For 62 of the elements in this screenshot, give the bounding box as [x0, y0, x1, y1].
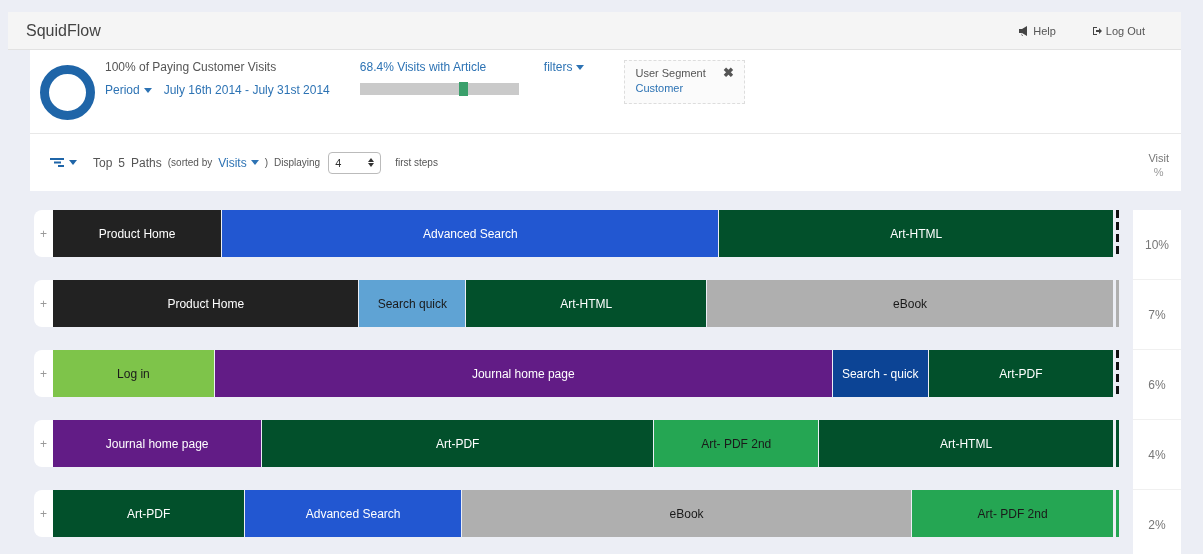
donut-chart	[40, 65, 95, 120]
logout-icon	[1091, 25, 1102, 36]
path-step[interactable]: Art-HTML	[819, 420, 1114, 467]
caret-icon	[143, 87, 152, 93]
path-count: 5	[118, 155, 126, 170]
visit-percent: 2%	[1133, 490, 1181, 554]
column-header: Visit	[1148, 152, 1169, 164]
paths-label: Paths	[131, 155, 162, 170]
close-paren: )	[264, 157, 268, 168]
period-dropdown[interactable]: Period	[105, 83, 152, 97]
date-range-link[interactable]: July 16th 2014 - July 31st 2014	[163, 83, 330, 97]
slider-thumb[interactable]	[459, 82, 469, 96]
visit-percent: 10%	[1133, 210, 1181, 280]
app-title: SquidFlow	[26, 21, 102, 40]
path-step[interactable]: Journal home page	[214, 350, 833, 397]
path-step[interactable]: Journal home page	[53, 420, 263, 467]
steps-select[interactable]: 4	[328, 151, 382, 174]
tree-icon	[50, 158, 64, 167]
segment-label: User Segment	[635, 67, 707, 79]
path-step[interactable]: Advanced Search	[245, 490, 462, 537]
path-step[interactable]: Search quick	[359, 280, 467, 327]
path-step[interactable]: eBook	[707, 280, 1114, 327]
path-step[interactable]: Art- PDF 2nd	[912, 490, 1114, 537]
filters-dropdown[interactable]: filters	[543, 60, 585, 74]
article-visits-link[interactable]: 68.4% Visits with Article	[359, 60, 519, 74]
path-step[interactable]: eBook	[461, 490, 913, 537]
spinner-icon	[368, 158, 375, 167]
column-header: %	[1153, 166, 1164, 178]
path-step[interactable]: Art-HTML	[466, 280, 708, 327]
megaphone-icon	[1018, 25, 1030, 36]
close-button[interactable]: ✖	[723, 65, 735, 80]
path-end-marker	[1116, 490, 1119, 537]
path-step[interactable]: Art-PDF	[262, 420, 655, 467]
caret-icon	[576, 64, 585, 70]
path-step[interactable]: Art-PDF	[53, 490, 246, 537]
path-step[interactable]: Art- PDF 2nd	[654, 420, 820, 467]
path-end-marker	[1116, 420, 1119, 467]
path-step[interactable]: Art-PDF	[928, 350, 1114, 397]
path-end-marker	[1116, 280, 1119, 327]
displaying-label: Displaying	[274, 157, 321, 168]
path-step[interactable]: Log in	[53, 350, 215, 397]
path-end-marker	[1116, 350, 1119, 397]
path-step[interactable]: Art-HTML	[719, 210, 1114, 257]
visit-percent: 7%	[1133, 280, 1181, 350]
first-steps-label: first steps	[395, 157, 438, 168]
sorted-by-label: (sorted by	[167, 157, 213, 168]
help-link[interactable]: Help	[1018, 24, 1056, 37]
headline-text: 100% of Paying Customer Visits	[105, 60, 278, 74]
path-end-marker	[1116, 210, 1119, 257]
visit-percent: 4%	[1133, 420, 1181, 490]
caret-icon	[69, 160, 77, 165]
path-step[interactable]: Advanced Search	[222, 210, 720, 257]
visit-percent: 6%	[1133, 350, 1181, 420]
path-step[interactable]: Product Home	[53, 280, 360, 327]
segment-value-link[interactable]: Customer	[635, 82, 715, 94]
top-label: Top	[93, 155, 113, 170]
tree-dropdown[interactable]	[50, 158, 77, 167]
caret-icon	[250, 160, 259, 165]
logout-link[interactable]: Log Out	[1091, 24, 1145, 37]
path-step[interactable]: Product Home	[53, 210, 223, 257]
path-step[interactable]: Search - quick	[832, 350, 929, 397]
sort-dropdown[interactable]: Visits	[218, 155, 259, 170]
